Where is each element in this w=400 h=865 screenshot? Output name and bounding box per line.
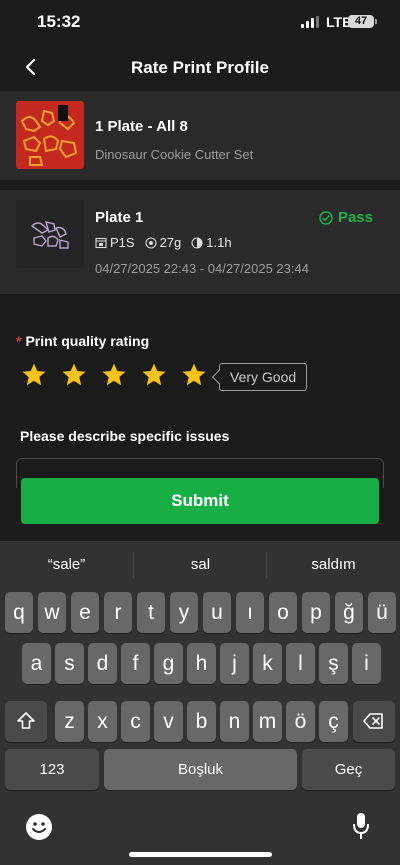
key-r[interactable]: r: [104, 592, 132, 633]
key-a[interactable]: a: [22, 643, 51, 684]
return-key[interactable]: Geç: [302, 749, 395, 790]
shift-icon: [17, 712, 35, 729]
profile-card[interactable]: 1 Plate - All 8 Dinosaur Cookie Cutter S…: [0, 91, 400, 180]
key-i[interactable]: i: [352, 643, 381, 684]
key-p[interactable]: p: [302, 592, 330, 633]
key-q[interactable]: q: [5, 592, 33, 633]
check-circle-icon: [319, 210, 333, 225]
delete-key[interactable]: [353, 701, 395, 742]
star-icon[interactable]: [21, 362, 47, 388]
space-key[interactable]: Boşluk: [104, 749, 297, 790]
rating-tag: Very Good: [219, 363, 308, 391]
print-date-range: 04/27/2025 22:43 - 04/27/2025 23:44: [95, 261, 309, 276]
home-indicator: [129, 852, 272, 857]
plate-card: Plate 1 Pass P1S 27g 1.1h 04/27/2025 22:…: [0, 190, 400, 294]
submit-button[interactable]: Submit: [21, 478, 379, 524]
key-ç[interactable]: ç: [319, 701, 348, 742]
key-w[interactable]: w: [38, 592, 66, 633]
profile-thumbnail: [16, 101, 84, 169]
microphone-icon: [353, 813, 369, 839]
battery-icon: 47: [348, 15, 377, 28]
page-title: Rate Print Profile: [131, 58, 269, 77]
star-icon[interactable]: [141, 362, 167, 388]
key-v[interactable]: v: [154, 701, 183, 742]
key-ü[interactable]: ü: [368, 592, 396, 633]
emoji-button[interactable]: [25, 813, 53, 841]
star-icon[interactable]: [181, 362, 207, 388]
key-ş[interactable]: ş: [319, 643, 348, 684]
suggestion-bar: “sale” sal saldım: [0, 541, 400, 591]
signal-icon: [301, 16, 319, 28]
rating-label: * Print quality rating: [16, 333, 149, 349]
printer-icon: [95, 237, 107, 248]
status-text: Pass: [337, 209, 373, 226]
emoji-icon: [26, 814, 52, 840]
status-bar: 15:32 LTE 47: [0, 0, 400, 44]
key-ö[interactable]: ö: [286, 701, 315, 742]
key-ğ[interactable]: ğ: [335, 592, 363, 633]
key-s[interactable]: s: [55, 643, 84, 684]
printer-model: P1S: [110, 235, 135, 250]
key-o[interactable]: o: [269, 592, 297, 633]
suggestion-3[interactable]: saldım: [267, 556, 400, 573]
plate-title: Plate 1: [95, 209, 144, 226]
dictation-button[interactable]: [351, 811, 371, 841]
profile-title: 1 Plate - All 8: [95, 118, 188, 135]
required-mark: *: [16, 333, 22, 349]
filament-weight: 27g: [159, 235, 182, 250]
key-t[interactable]: t: [137, 592, 165, 633]
suggestion-2[interactable]: sal: [134, 556, 267, 573]
key-c[interactable]: c: [121, 701, 150, 742]
key-b[interactable]: b: [187, 701, 216, 742]
key-x[interactable]: x: [88, 701, 117, 742]
key-f[interactable]: f: [121, 643, 150, 684]
key-y[interactable]: y: [170, 592, 198, 633]
key-u[interactable]: u: [203, 592, 231, 633]
profile-subtitle: Dinosaur Cookie Cutter Set: [95, 147, 254, 162]
star-icon[interactable]: [101, 362, 127, 388]
print-duration: 1.1h: [206, 235, 232, 250]
clock-icon: [191, 236, 203, 249]
key-h[interactable]: h: [187, 643, 216, 684]
key-m[interactable]: m: [253, 701, 282, 742]
plate-meta: P1S 27g 1.1h: [95, 235, 232, 250]
key-e[interactable]: e: [71, 592, 99, 633]
key-ı[interactable]: ı: [236, 592, 264, 633]
header: Rate Print Profile: [0, 44, 400, 90]
star-icon[interactable]: [61, 362, 87, 388]
filament-icon: [145, 236, 157, 249]
numbers-key[interactable]: 123: [5, 749, 99, 790]
status-time: 15:32: [37, 12, 81, 31]
key-k[interactable]: k: [253, 643, 282, 684]
key-g[interactable]: g: [154, 643, 183, 684]
shift-key[interactable]: [5, 701, 47, 742]
status-badge: Pass: [319, 209, 373, 226]
key-d[interactable]: d: [88, 643, 117, 684]
key-z[interactable]: z: [55, 701, 84, 742]
key-l[interactable]: l: [286, 643, 315, 684]
issues-label: Please describe specific issues: [20, 428, 230, 444]
key-n[interactable]: n: [220, 701, 249, 742]
key-j[interactable]: j: [220, 643, 249, 684]
backspace-icon: [363, 713, 383, 729]
star-rating[interactable]: [21, 362, 207, 388]
rating-label-text: Print quality rating: [25, 333, 150, 349]
keyboard: “sale” sal saldım qwertyuıopğü asdfghjklş…: [0, 541, 400, 865]
suggestion-1[interactable]: “sale”: [0, 556, 133, 573]
plate-thumbnail: [16, 200, 84, 268]
